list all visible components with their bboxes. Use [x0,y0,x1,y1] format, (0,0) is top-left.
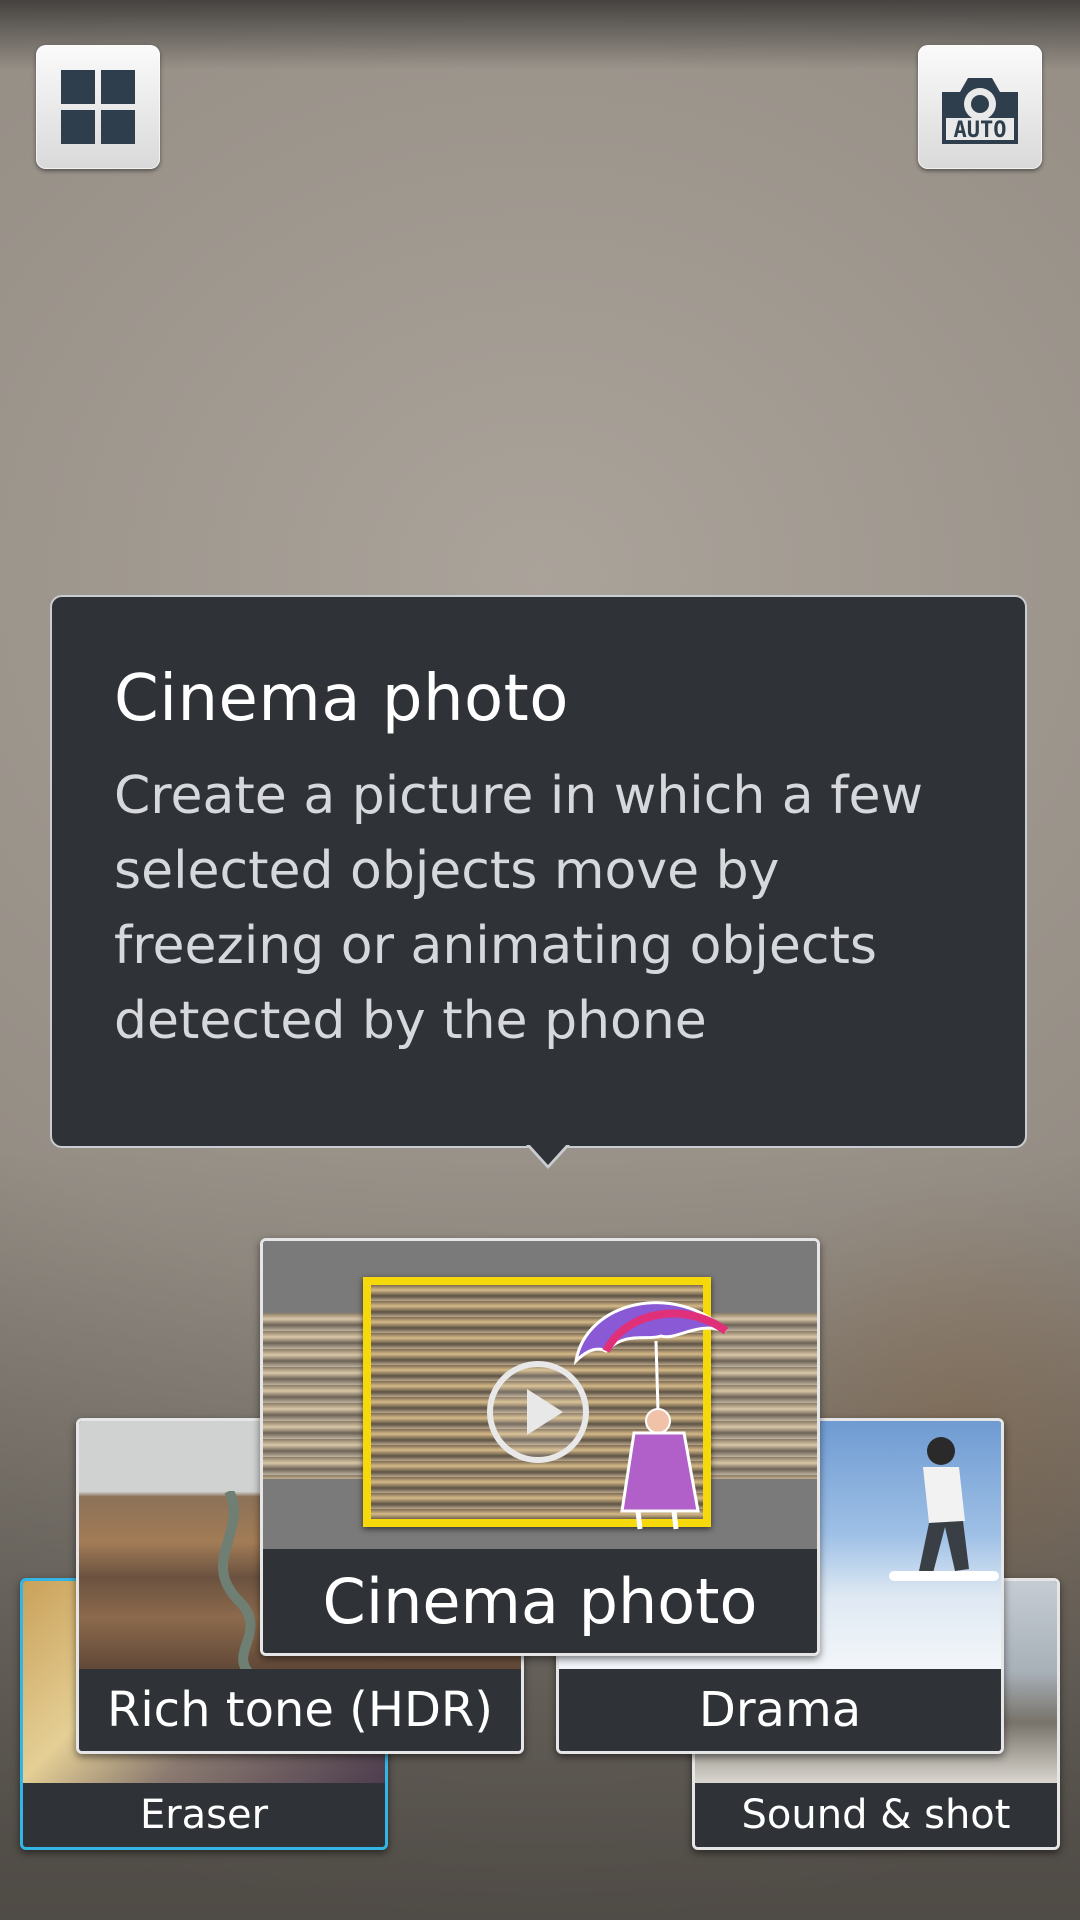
cinema-photo-thumbnail [263,1241,817,1551]
tooltip-pointer-fill [529,1144,567,1165]
auto-label: AUTO [954,118,1007,143]
tooltip-title: Cinema photo [114,662,569,736]
mode-label-sound-shot: Sound & shot [695,1783,1057,1847]
umbrella-girl-image [573,1301,729,1530]
snowboarder-image [889,1437,999,1581]
mode-label-drama: Drama [559,1669,1001,1751]
camera-auto-icon: AUTO [942,78,1018,144]
mode-grid-button[interactable] [36,45,160,169]
camera-viewfinder[interactable]: AUTO Cinema photo Create a picture in wh… [0,0,1080,1920]
auto-mode-button[interactable]: AUTO [918,45,1042,169]
tooltip-description: Create a picture in which a few selected… [114,766,924,1051]
highlight-frame [363,1277,729,1530]
mode-description-tooltip: Cinema photo Create a picture in which a… [50,595,1027,1148]
mode-card-cinema-photo[interactable]: Cinema photo [260,1238,820,1656]
mode-label-eraser: Eraser [23,1783,385,1847]
grid-icon [61,70,135,144]
mode-label-cinema-photo: Cinema photo [263,1549,817,1653]
mode-label-rich-tone: Rich tone (HDR) [79,1669,521,1751]
